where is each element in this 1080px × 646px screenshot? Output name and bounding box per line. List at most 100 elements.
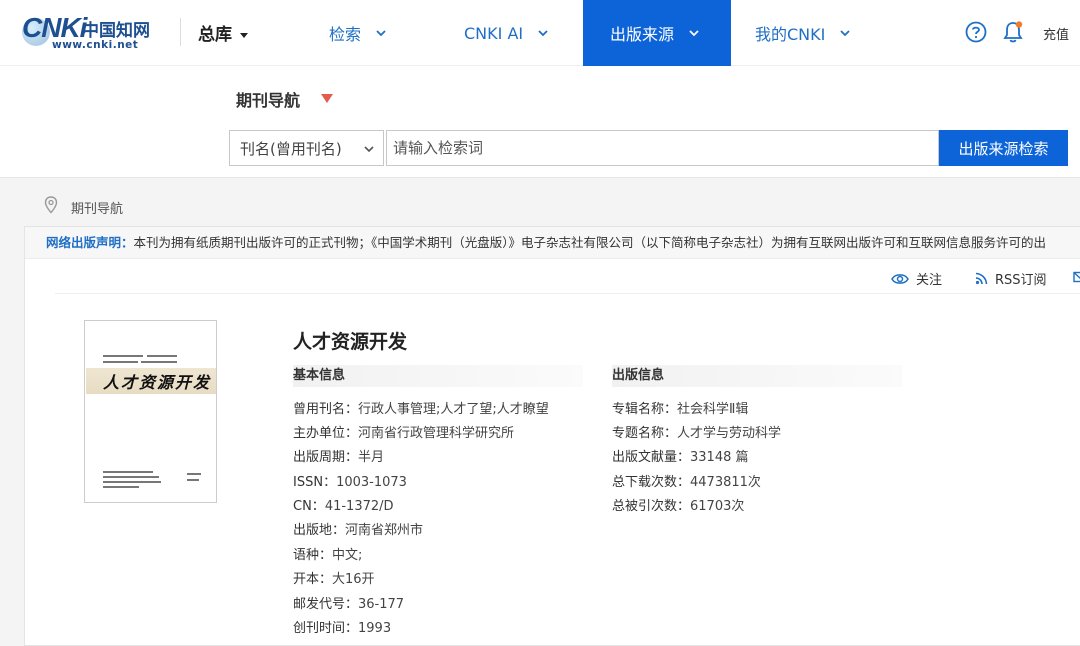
bell-icon[interactable] <box>1002 20 1024 44</box>
info-value: 36-177 <box>358 597 405 612</box>
info-row-former-names: 曾用刊名：行政人事管理;人才了望;人才瞭望 <box>293 398 549 417</box>
follow-label: 关注 <box>916 273 943 288</box>
location-pin-icon <box>44 196 58 214</box>
cover-text-line <box>103 471 153 473</box>
chevron-down-icon <box>538 30 548 37</box>
info-key: ISSN： <box>293 475 337 490</box>
divider <box>55 293 1080 294</box>
info-row-language: 语种：中文; <box>293 544 362 563</box>
cover-text-line <box>147 355 177 357</box>
search-field-value: 刊名(曾用刊名) <box>240 139 342 158</box>
rss-button[interactable]: RSS订阅 <box>975 269 1047 288</box>
info-row-citations: 总被引次数：61703次 <box>612 495 744 514</box>
journal-cover[interactable]: 人才资源开发 <box>84 320 217 503</box>
cover-text-line <box>103 361 138 363</box>
info-key: 主办单位： <box>293 426 359 441</box>
info-key: 语种： <box>293 548 333 563</box>
caret-down-icon <box>240 32 248 38</box>
info-value: 1003-1073 <box>336 475 407 490</box>
triangle-down-icon[interactable] <box>321 94 333 103</box>
logo-chinese: 中国知网 <box>82 21 150 41</box>
nav-publication-source-label: 出版来源 <box>610 25 675 44</box>
cover-title: 人才资源开发 <box>103 373 212 392</box>
db-selector[interactable]: 总库 <box>198 20 248 45</box>
notice-label: 网络出版声明： <box>46 235 134 250</box>
top-navbar: CNKi 中国知网 www.cnki.net 总库 检索 CNKI AI 出版来… <box>0 0 1080 66</box>
journal-title: 人才资源开发 <box>293 331 408 353</box>
eye-icon <box>891 273 909 284</box>
nav-cnki-ai[interactable]: CNKI AI <box>464 0 549 66</box>
info-value: 中文; <box>332 548 363 563</box>
cover-text-line <box>103 355 143 357</box>
info-key: 曾用刊名： <box>293 402 359 417</box>
cover-text-line <box>141 361 177 363</box>
info-key: 出版周期： <box>293 450 359 465</box>
info-row-downloads: 总下载次数：4473811次 <box>612 471 761 490</box>
publication-info-heading: 出版信息 <box>612 365 902 387</box>
cnki-logo[interactable]: CNKi 中国知网 www.cnki.net <box>22 12 162 52</box>
info-key: 专辑名称： <box>612 402 678 417</box>
info-row-location: 出版地：河南省郑州市 <box>293 519 423 538</box>
search-button[interactable]: 出版来源检索 <box>939 130 1068 166</box>
nav-search-label: 检索 <box>329 25 362 44</box>
follow-button[interactable]: 关注 <box>891 269 942 288</box>
publication-notice: 网络出版声明：本刊为拥有纸质期刊出版许可的正式刊物；《中国学术期刊（光盘版）》电… <box>25 227 1080 259</box>
info-value: 人才学与劳动科学 <box>677 426 782 441</box>
info-row-founded: 创刊时间：1993 <box>293 617 391 636</box>
cover-text-line <box>103 486 139 488</box>
info-row-issn: ISSN：1003-1073 <box>293 471 407 490</box>
nav-my-cnki[interactable]: 我的CNKI <box>755 0 851 66</box>
cover-text-line <box>103 476 159 478</box>
chevron-down-icon <box>364 146 374 153</box>
info-value: 大16开 <box>332 572 375 587</box>
info-value: 社会科学Ⅱ辑 <box>677 402 749 417</box>
info-key: 创刊时间： <box>293 621 359 636</box>
info-value: 行政人事管理;人才了望;人才瞭望 <box>358 402 549 417</box>
info-row-series: 专辑名称：社会科学Ⅱ辑 <box>612 398 748 417</box>
db-selector-label: 总库 <box>198 25 232 45</box>
info-value: 33148 篇 <box>690 450 749 465</box>
info-value: 半月 <box>358 450 385 465</box>
search-input[interactable] <box>386 130 939 166</box>
info-row-article-count: 出版文献量：33148 篇 <box>612 446 749 465</box>
divider <box>180 18 181 46</box>
cover-text-line <box>187 479 199 481</box>
nav-search[interactable]: 检索 <box>329 0 387 66</box>
info-key: 出版文献量： <box>612 450 691 465</box>
chevron-down-icon <box>376 30 386 37</box>
info-value: 河南省郑州市 <box>345 523 424 538</box>
rss-label: RSS订阅 <box>995 273 1047 288</box>
logo-url: www.cnki.net <box>52 39 139 51</box>
cover-text-line <box>103 481 161 483</box>
info-row-frequency: 出版周期：半月 <box>293 446 384 465</box>
info-key: 出版地： <box>293 523 346 538</box>
journal-detail-card: 网络出版声明：本刊为拥有纸质期刊出版许可的正式刊物；《中国学术期刊（光盘版）》电… <box>24 226 1080 646</box>
info-value: 61703次 <box>690 499 745 514</box>
breadcrumb[interactable]: 期刊导航 <box>71 198 123 217</box>
info-value: 4473811次 <box>690 475 761 490</box>
search-panel: 期刊导航 刊名(曾用刊名) 出版来源检索 <box>0 66 1080 178</box>
info-key: 开本： <box>293 572 333 587</box>
info-row-topic: 专题名称：人才学与劳动科学 <box>612 422 781 441</box>
info-key: 专题名称： <box>612 426 678 441</box>
basic-info-heading: 基本信息 <box>293 365 583 387</box>
info-key: CN： <box>293 499 325 514</box>
info-key: 邮发代号： <box>293 597 359 612</box>
nav-my-cnki-label: 我的CNKI <box>755 25 826 44</box>
nav-publication-source[interactable]: 出版来源 <box>583 0 731 66</box>
journal-nav-title[interactable]: 期刊导航 <box>236 87 300 111</box>
info-row-cn: CN：41-1372/D <box>293 495 394 514</box>
info-value: 1993 <box>358 621 392 636</box>
mail-icon[interactable] <box>1073 270 1080 284</box>
info-row-format: 开本：大16开 <box>293 568 375 587</box>
notice-text: 本刊为拥有纸质期刊出版许可的正式刊物；《中国学术期刊（光盘版）》电子杂志社有限公… <box>133 235 1047 250</box>
help-icon[interactable] <box>965 21 987 43</box>
search-field-select[interactable]: 刊名(曾用刊名) <box>229 130 384 166</box>
chevron-down-icon <box>840 30 850 37</box>
cover-text-line <box>187 473 201 475</box>
nav-cnki-ai-label: CNKI AI <box>464 23 524 43</box>
info-value: 河南省行政管理科学研究所 <box>358 426 515 441</box>
recharge-link[interactable]: 充值 <box>1043 24 1069 43</box>
info-row-postal-code: 邮发代号：36-177 <box>293 593 404 612</box>
rss-icon <box>975 272 988 285</box>
